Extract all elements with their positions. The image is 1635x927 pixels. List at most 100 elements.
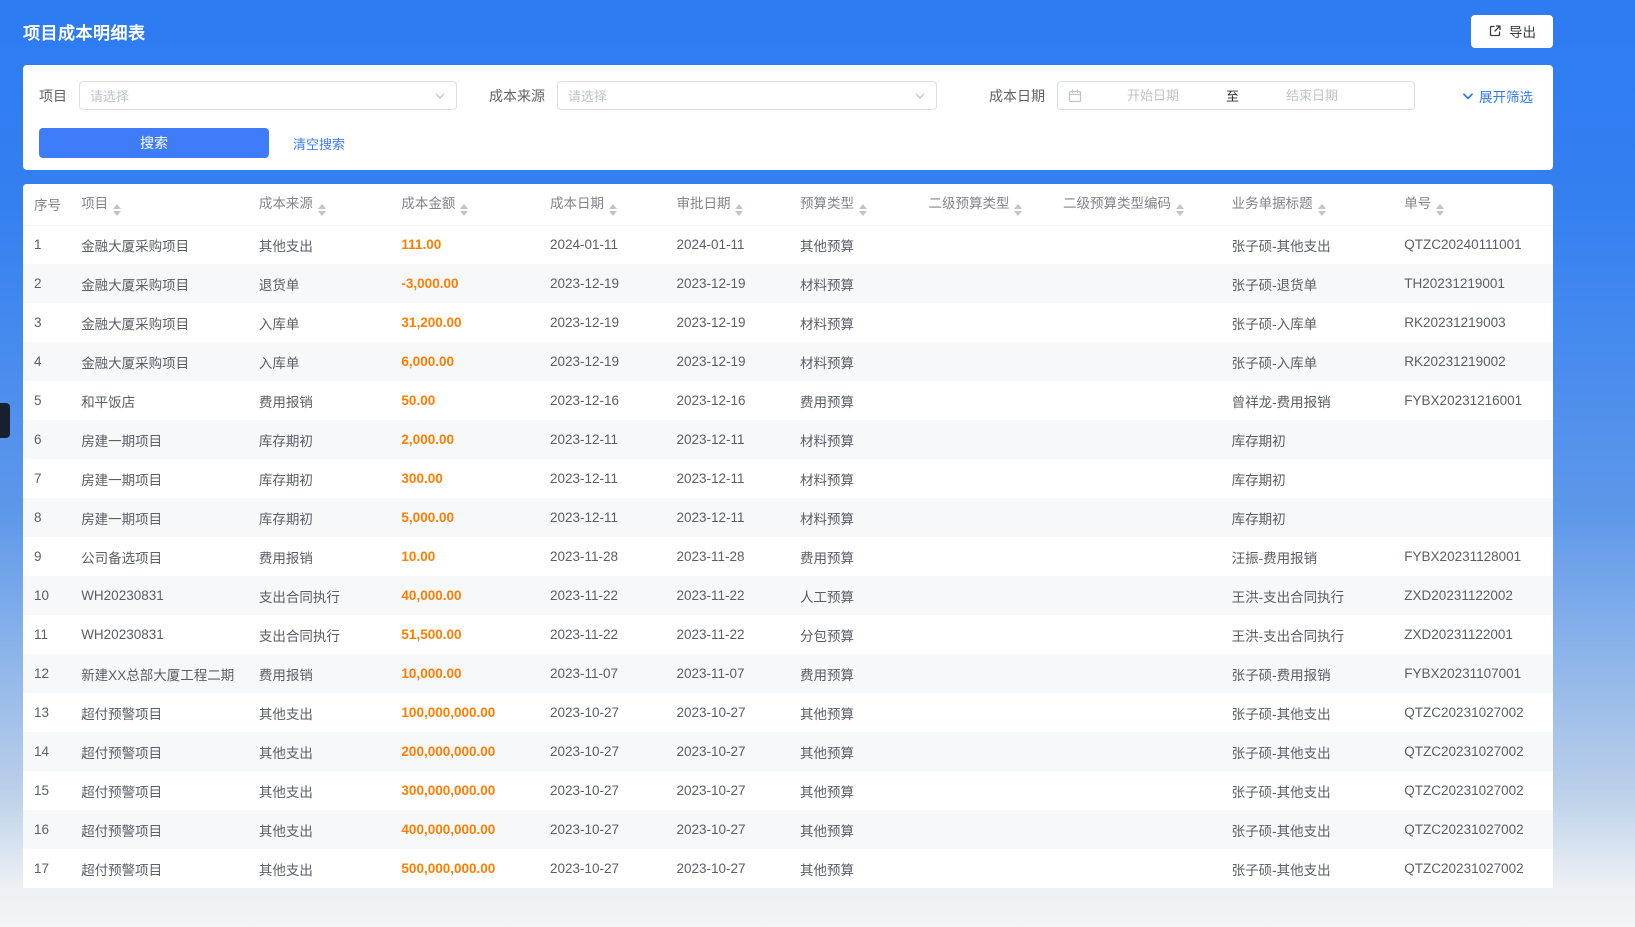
cost-date-range-picker[interactable]: 至 [1057, 81, 1415, 110]
table-cell: 张子硕-其他支出 [1224, 771, 1397, 810]
table-cell: 2023-12-19 [668, 264, 791, 303]
column-header[interactable]: 单号 [1396, 184, 1553, 225]
table-cell: 费用报销 [251, 537, 394, 576]
table-cell: 2023-10-27 [668, 771, 791, 810]
table-cell [920, 420, 1055, 459]
table-cell: QTZC20231027002 [1396, 693, 1553, 732]
table-row: 15超付预警项目其他支出300,000,000.002023-10-272023… [23, 771, 1553, 810]
table-header-row: 序号项目成本来源成本金额成本日期审批日期预算类型二级预算类型二级预算类型编码业务… [23, 184, 1553, 225]
table-cell: 其他支出 [251, 810, 394, 849]
table-cell: RK20231219003 [1396, 303, 1553, 342]
table-cell: 费用报销 [251, 381, 394, 420]
table-cell: 300,000,000.00 [393, 771, 542, 810]
table-cell: 其他预算 [792, 771, 921, 810]
table-cell: 2023-12-19 [668, 342, 791, 381]
sort-icon[interactable] [113, 204, 121, 216]
table-cell: 17 [23, 849, 73, 888]
drawer-handle[interactable] [0, 403, 10, 438]
table-cell [1055, 303, 1224, 342]
search-button[interactable]: 搜索 [39, 128, 269, 158]
table-cell: 其他支出 [251, 225, 394, 264]
table-cell: 10.00 [393, 537, 542, 576]
column-header[interactable]: 项目 [73, 184, 251, 225]
column-header[interactable]: 业务单据标题 [1224, 184, 1397, 225]
table-cell: 9 [23, 537, 73, 576]
column-header[interactable]: 审批日期 [668, 184, 791, 225]
table-cell: 超付预警项目 [73, 693, 251, 732]
table-cell: 5 [23, 381, 73, 420]
cost-date-filter: 成本日期 至 [989, 81, 1415, 110]
sort-icon[interactable] [609, 204, 617, 216]
sort-icon[interactable] [859, 204, 867, 216]
clear-search-link[interactable]: 清空搜索 [293, 134, 345, 153]
table-cell: 2,000.00 [393, 420, 542, 459]
table-cell: 2023-10-27 [668, 849, 791, 888]
table-cell: 2023-11-07 [668, 654, 791, 693]
table-cell: -3,000.00 [393, 264, 542, 303]
table-cell: 材料预算 [792, 498, 921, 537]
chevron-down-icon [1461, 89, 1475, 103]
column-label: 序号 [34, 198, 61, 213]
table-cell [920, 810, 1055, 849]
table-cell: 2023-12-11 [668, 459, 791, 498]
start-date-input[interactable] [1088, 88, 1218, 103]
project-filter-label: 项目 [39, 86, 67, 106]
export-button[interactable]: 导出 [1471, 15, 1553, 48]
sort-icon[interactable] [460, 204, 468, 216]
cost-source-filter-label: 成本来源 [489, 86, 545, 106]
column-header: 序号 [23, 184, 73, 225]
table-row: 3金融大厦采购项目入库单31,200.002023-12-192023-12-1… [23, 303, 1553, 342]
table-cell: 其他预算 [792, 732, 921, 771]
table-cell: 2023-11-22 [542, 615, 668, 654]
sort-icon[interactable] [1176, 204, 1184, 216]
table-cell: 2023-10-27 [542, 849, 668, 888]
end-date-input[interactable] [1247, 88, 1377, 103]
table-cell [1055, 849, 1224, 888]
table-cell [1396, 420, 1553, 459]
table-cell [1055, 381, 1224, 420]
column-header[interactable]: 成本来源 [251, 184, 394, 225]
table-cell: 7 [23, 459, 73, 498]
cost-source-select[interactable]: 请选择 [557, 81, 937, 110]
table-cell: 房建一期项目 [73, 498, 251, 537]
table-row: 8房建一期项目库存期初5,000.002023-12-112023-12-11材… [23, 498, 1553, 537]
table-cell [1055, 498, 1224, 537]
table-cell [1055, 342, 1224, 381]
table-cell: 超付预警项目 [73, 849, 251, 888]
sort-icon[interactable] [1318, 204, 1326, 216]
table-cell: WH20230831 [73, 576, 251, 615]
sort-icon[interactable] [318, 204, 326, 216]
project-filter: 项目 请选择 [39, 81, 457, 110]
column-header[interactable]: 成本日期 [542, 184, 668, 225]
table-cell [1396, 459, 1553, 498]
table-cell: 张子硕-其他支出 [1224, 849, 1397, 888]
table-cell: 10,000.00 [393, 654, 542, 693]
table-cell: 新建XX总部大厦工程二期 [73, 654, 251, 693]
table-cell: FYBX20231216001 [1396, 381, 1553, 420]
expand-filter-link[interactable]: 展开筛选 [1461, 86, 1533, 106]
table-cell: 2023-10-27 [668, 693, 791, 732]
column-header[interactable]: 二级预算类型 [920, 184, 1055, 225]
cost-source-select-placeholder: 请选择 [568, 86, 607, 105]
table-cell [1055, 615, 1224, 654]
table-cell: 张子硕-费用报销 [1224, 654, 1397, 693]
table-cell: 公司备选项目 [73, 537, 251, 576]
sort-icon[interactable] [735, 204, 743, 216]
table-cell [920, 615, 1055, 654]
table-cell: WH20230831 [73, 615, 251, 654]
column-header[interactable]: 预算类型 [792, 184, 921, 225]
table-cell [920, 849, 1055, 888]
table-cell: 金融大厦采购项目 [73, 225, 251, 264]
column-header[interactable]: 二级预算类型编码 [1055, 184, 1224, 225]
table-cell: 40,000.00 [393, 576, 542, 615]
column-header[interactable]: 成本金额 [393, 184, 542, 225]
table-row: 11WH20230831支出合同执行51,500.002023-11-22202… [23, 615, 1553, 654]
table-cell: 50.00 [393, 381, 542, 420]
table-cell: 2023-11-07 [542, 654, 668, 693]
table-row: 4金融大厦采购项目入库单6,000.002023-12-192023-12-19… [23, 342, 1553, 381]
project-select[interactable]: 请选择 [79, 81, 457, 110]
table-cell: 2023-12-11 [542, 459, 668, 498]
sort-icon[interactable] [1014, 204, 1022, 216]
table-cell: 超付预警项目 [73, 732, 251, 771]
sort-icon[interactable] [1436, 204, 1444, 216]
